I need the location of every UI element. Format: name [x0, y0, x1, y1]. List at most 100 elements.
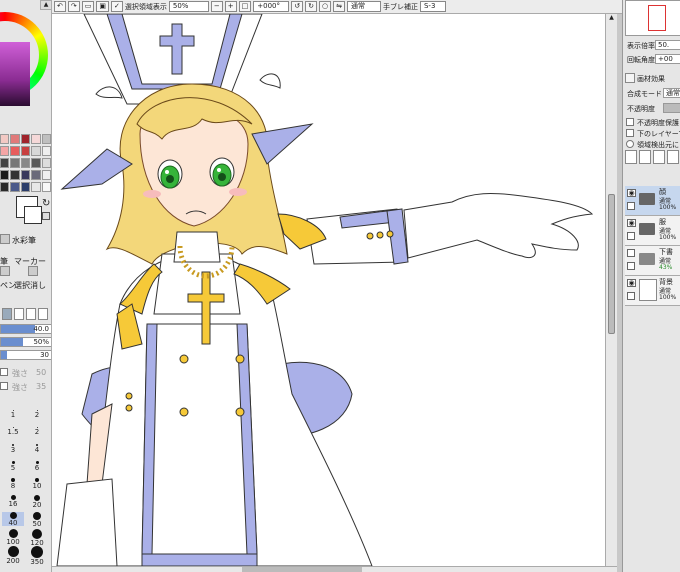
blend-mode-select[interactable]: 通常 — [346, 1, 381, 12]
rotate-reset-button[interactable]: ○ — [319, 1, 332, 12]
layer-item-face[interactable]: ◉ 顔 通常 100% — [625, 186, 680, 216]
preserve-opacity-checkbox[interactable] — [626, 118, 634, 126]
visibility-checkbox[interactable] — [627, 249, 635, 257]
swatch[interactable] — [10, 170, 20, 180]
canvas-vertical-scrollbar[interactable]: ▲ — [605, 14, 617, 566]
swatch[interactable] — [41, 170, 51, 180]
visibility-eye-icon[interactable]: ◉ — [627, 279, 636, 287]
brush-size-preset[interactable]: 100 — [2, 529, 24, 546]
layer-select-checkbox[interactable] — [627, 262, 635, 270]
swatch[interactable] — [31, 170, 41, 180]
new-folder-button[interactable] — [653, 150, 665, 164]
rotation-angle-field[interactable]: +00 — [655, 54, 680, 64]
layer-item-clothes[interactable]: ◉ 服 通常 100% — [625, 216, 680, 246]
show-selection-checkbox[interactable]: ✓ — [111, 1, 123, 12]
display-scale-field[interactable]: 50. — [655, 40, 680, 50]
option-checkbox[interactable] — [0, 382, 8, 390]
swatch[interactable] — [10, 134, 20, 144]
swatch[interactable] — [20, 134, 31, 144]
undo-button[interactable]: ↶ — [54, 1, 66, 12]
swatch[interactable] — [31, 134, 41, 144]
clip-lower-checkbox[interactable] — [626, 129, 634, 137]
brush-size-preset[interactable]: 50 — [26, 512, 48, 528]
opacity-slider[interactable] — [663, 103, 680, 113]
brush-shape-option[interactable] — [26, 308, 36, 320]
swap-colors-icon[interactable]: ↻ — [42, 198, 50, 209]
brush-size-preset[interactable]: 40 — [2, 512, 24, 527]
brush-param-slider[interactable]: 30 — [0, 350, 51, 360]
horizontal-scroll-thumb[interactable] — [242, 567, 362, 572]
brush-size-preset[interactable]: 120 — [26, 529, 48, 547]
region-detect-checkbox[interactable] — [626, 140, 634, 148]
zoom-out-button[interactable]: − — [210, 1, 223, 12]
layer-select-checkbox[interactable] — [627, 292, 635, 300]
brush-size-preset[interactable]: 20 — [26, 495, 48, 509]
brush-size-preset[interactable]: 6 — [26, 461, 48, 475]
brush-size-preset[interactable]: 1.5 — [2, 427, 24, 441]
panel-scroll-up-icon[interactable]: ▲ — [40, 0, 51, 10]
zoom-select[interactable]: 50% — [168, 1, 209, 12]
swatch[interactable] — [0, 146, 10, 156]
swatch[interactable] — [0, 170, 10, 180]
brush-size-preset[interactable]: 4 — [26, 444, 48, 458]
layer-select-checkbox[interactable] — [627, 202, 635, 210]
flip-button[interactable]: ⇋ — [333, 1, 345, 12]
pen-tool-icon[interactable] — [0, 266, 10, 276]
transparent-color-icon[interactable] — [42, 212, 50, 220]
visibility-eye-icon[interactable]: ◉ — [627, 189, 636, 197]
redo-button[interactable]: ↷ — [67, 1, 80, 12]
brush-tool-icon[interactable] — [0, 234, 10, 244]
swatch[interactable] — [20, 182, 31, 192]
rotate-right-button[interactable]: ↻ — [305, 1, 317, 12]
swatch[interactable] — [10, 158, 20, 168]
swatch[interactable] — [41, 146, 51, 156]
paper-effect-toggle[interactable] — [625, 73, 635, 83]
swatch[interactable] — [31, 182, 41, 192]
drawing-canvas[interactable] — [52, 14, 605, 566]
brush-shape-option[interactable] — [2, 308, 12, 320]
marker-tool-icon[interactable] — [28, 266, 38, 276]
swatch[interactable] — [0, 158, 10, 168]
scroll-up-icon[interactable]: ▲ — [607, 14, 616, 22]
new-layer-button[interactable] — [625, 150, 637, 164]
swatch[interactable] — [20, 158, 31, 168]
new-linework-layer-button[interactable] — [639, 150, 651, 164]
invert-selection-button[interactable]: ▣ — [96, 1, 109, 12]
swatch[interactable] — [41, 182, 51, 192]
swatch[interactable] — [20, 146, 31, 156]
vertical-scroll-thumb[interactable] — [608, 194, 615, 334]
brush-shape-option[interactable] — [14, 308, 24, 320]
layer-item-background[interactable]: ◉ 背景 通常 100% — [625, 276, 680, 306]
navigator-preview[interactable] — [625, 0, 680, 36]
layer-blend-mode-select[interactable]: 通常 — [663, 88, 680, 98]
canvas-horizontal-scrollbar[interactable] — [52, 566, 617, 572]
delete-layer-button[interactable] — [667, 150, 679, 164]
brush-size-preset[interactable]: 3 — [2, 444, 24, 458]
zoom-reset-button[interactable]: □ — [238, 1, 252, 12]
swatch[interactable] — [10, 182, 20, 192]
brush-size-preset[interactable]: 1 — [2, 410, 24, 424]
saturation-value-square[interactable] — [0, 42, 30, 106]
swatch[interactable] — [0, 182, 10, 192]
deselect-button[interactable]: ▭ — [81, 1, 95, 12]
option-checkbox[interactable] — [0, 368, 8, 376]
swatch[interactable] — [41, 134, 51, 144]
swatch[interactable] — [20, 170, 31, 180]
watercolor-tool[interactable]: 水彩筆 — [12, 235, 36, 246]
swatch[interactable] — [10, 146, 20, 156]
layer-select-checkbox[interactable] — [627, 232, 635, 240]
brush-size-preset[interactable]: 5 — [2, 461, 24, 475]
layer-item-sketch[interactable]: 下書 通常 43% — [625, 246, 680, 276]
brush-size-preset[interactable]: 350 — [26, 546, 48, 566]
selection-eraser-tool[interactable]: 選択消し — [14, 280, 46, 291]
rotate-left-button[interactable]: ↺ — [291, 1, 304, 12]
zoom-in-button[interactable]: + — [224, 1, 237, 12]
brush-size-preset[interactable]: 16 — [2, 495, 24, 509]
swatch[interactable] — [31, 158, 41, 168]
swatch[interactable] — [0, 134, 10, 144]
brush-size-preset[interactable]: 8 — [2, 478, 24, 492]
brush-size-preset[interactable]: 2 — [26, 427, 48, 441]
rotation-field[interactable]: +000° — [253, 1, 290, 12]
brush-density-slider[interactable]: 50% — [0, 337, 51, 347]
swatch[interactable] — [31, 146, 41, 156]
